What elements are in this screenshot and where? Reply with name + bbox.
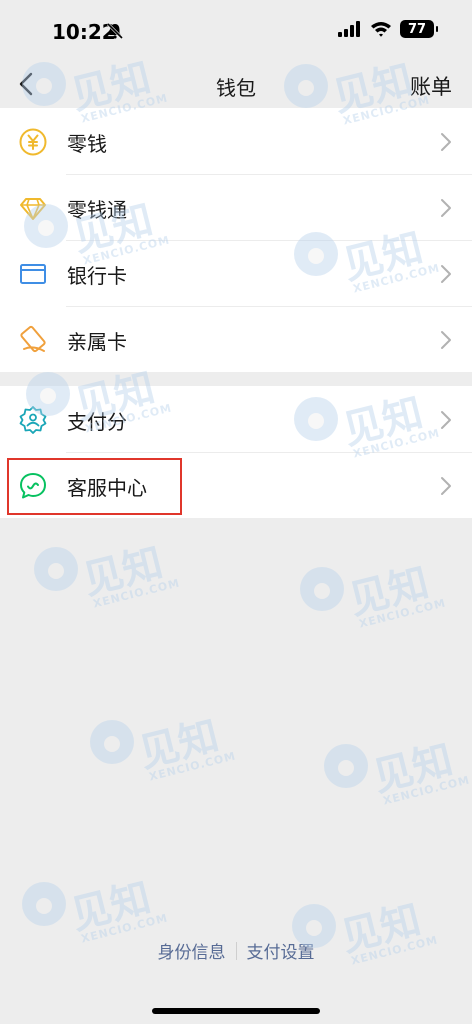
watermark: 见知 XENCIO.COM: [88, 713, 237, 784]
watermark: 见知 XENCIO.COM: [322, 737, 471, 808]
list-item-label: 支付分: [67, 410, 127, 434]
status-indicators: 77: [338, 20, 438, 38]
watermark: 见知 XENCIO.COM: [20, 875, 169, 946]
list-item-label: 零钱: [67, 132, 107, 156]
list-item-label: 亲属卡: [67, 330, 127, 354]
footer-links: 身份信息 支付设置: [0, 938, 472, 963]
identity-info-link[interactable]: 身份信息: [148, 938, 236, 963]
page-title: 钱包: [216, 76, 256, 100]
list-item-pay-score[interactable]: 支付分: [0, 386, 472, 452]
watermark-subtext: XENCIO.COM: [357, 596, 448, 631]
list-item-label: 银行卡: [67, 264, 127, 288]
list-item-customer-service[interactable]: 客服中心: [0, 452, 472, 518]
muted-bell-icon: [106, 22, 124, 40]
coin-yen-icon: [19, 128, 47, 156]
chevron-right-icon: [441, 477, 451, 495]
watermark-logo-icon: [324, 744, 368, 788]
watermark-logo-icon: [34, 547, 78, 591]
chevron-right-icon: [441, 331, 451, 349]
watermark-text: 见知: [78, 539, 168, 604]
wallet-list-primary: 零钱 零钱通 银行卡 亲属卡: [0, 108, 472, 372]
watermark-text: 见知: [134, 712, 224, 777]
list-item-label: 客服中心: [67, 476, 147, 500]
watermark: 见知 XENCIO.COM: [298, 560, 447, 631]
status-bar: 10:22 77: [0, 0, 472, 62]
nav-bar: 钱包 账单: [0, 62, 472, 106]
watermark-subtext: XENCIO.COM: [381, 773, 472, 808]
wallet-list-secondary: 支付分 客服中心: [0, 386, 472, 518]
home-indicator[interactable]: [152, 1008, 320, 1014]
battery-indicator: 77: [400, 20, 438, 38]
bank-card-icon: [20, 264, 46, 284]
chevron-right-icon: [441, 411, 451, 429]
chevron-right-icon: [441, 199, 451, 217]
chevron-right-icon: [441, 133, 451, 151]
list-item-change[interactable]: 零钱: [0, 108, 472, 174]
watermark-logo-icon: [300, 567, 344, 611]
list-item-family-card[interactable]: 亲属卡: [0, 306, 472, 372]
bill-button[interactable]: 账单: [410, 71, 452, 101]
watermark: 见知 XENCIO.COM: [32, 540, 181, 611]
watermark-subtext: XENCIO.COM: [91, 576, 182, 611]
watermark-text: 见知: [66, 874, 156, 939]
family-card-icon: [20, 325, 46, 353]
customer-service-icon: [20, 473, 46, 499]
list-item-lingqiantong[interactable]: 零钱通: [0, 174, 472, 240]
list-item-bank-card[interactable]: 银行卡: [0, 240, 472, 306]
watermark-logo-icon: [22, 882, 66, 926]
watermark-text: 见知: [368, 736, 458, 801]
wifi-icon: [371, 22, 391, 37]
battery-level: 77: [407, 21, 427, 37]
watermark-logo-icon: [90, 720, 134, 764]
watermark-text: 见知: [344, 559, 434, 624]
payment-settings-link[interactable]: 支付设置: [237, 938, 325, 963]
diamond-icon: [20, 198, 46, 220]
watermark-subtext: XENCIO.COM: [147, 749, 238, 784]
signal-icon: [338, 21, 360, 37]
chevron-right-icon: [441, 265, 451, 283]
pay-score-icon: [19, 406, 47, 434]
list-item-label: 零钱通: [67, 198, 127, 222]
